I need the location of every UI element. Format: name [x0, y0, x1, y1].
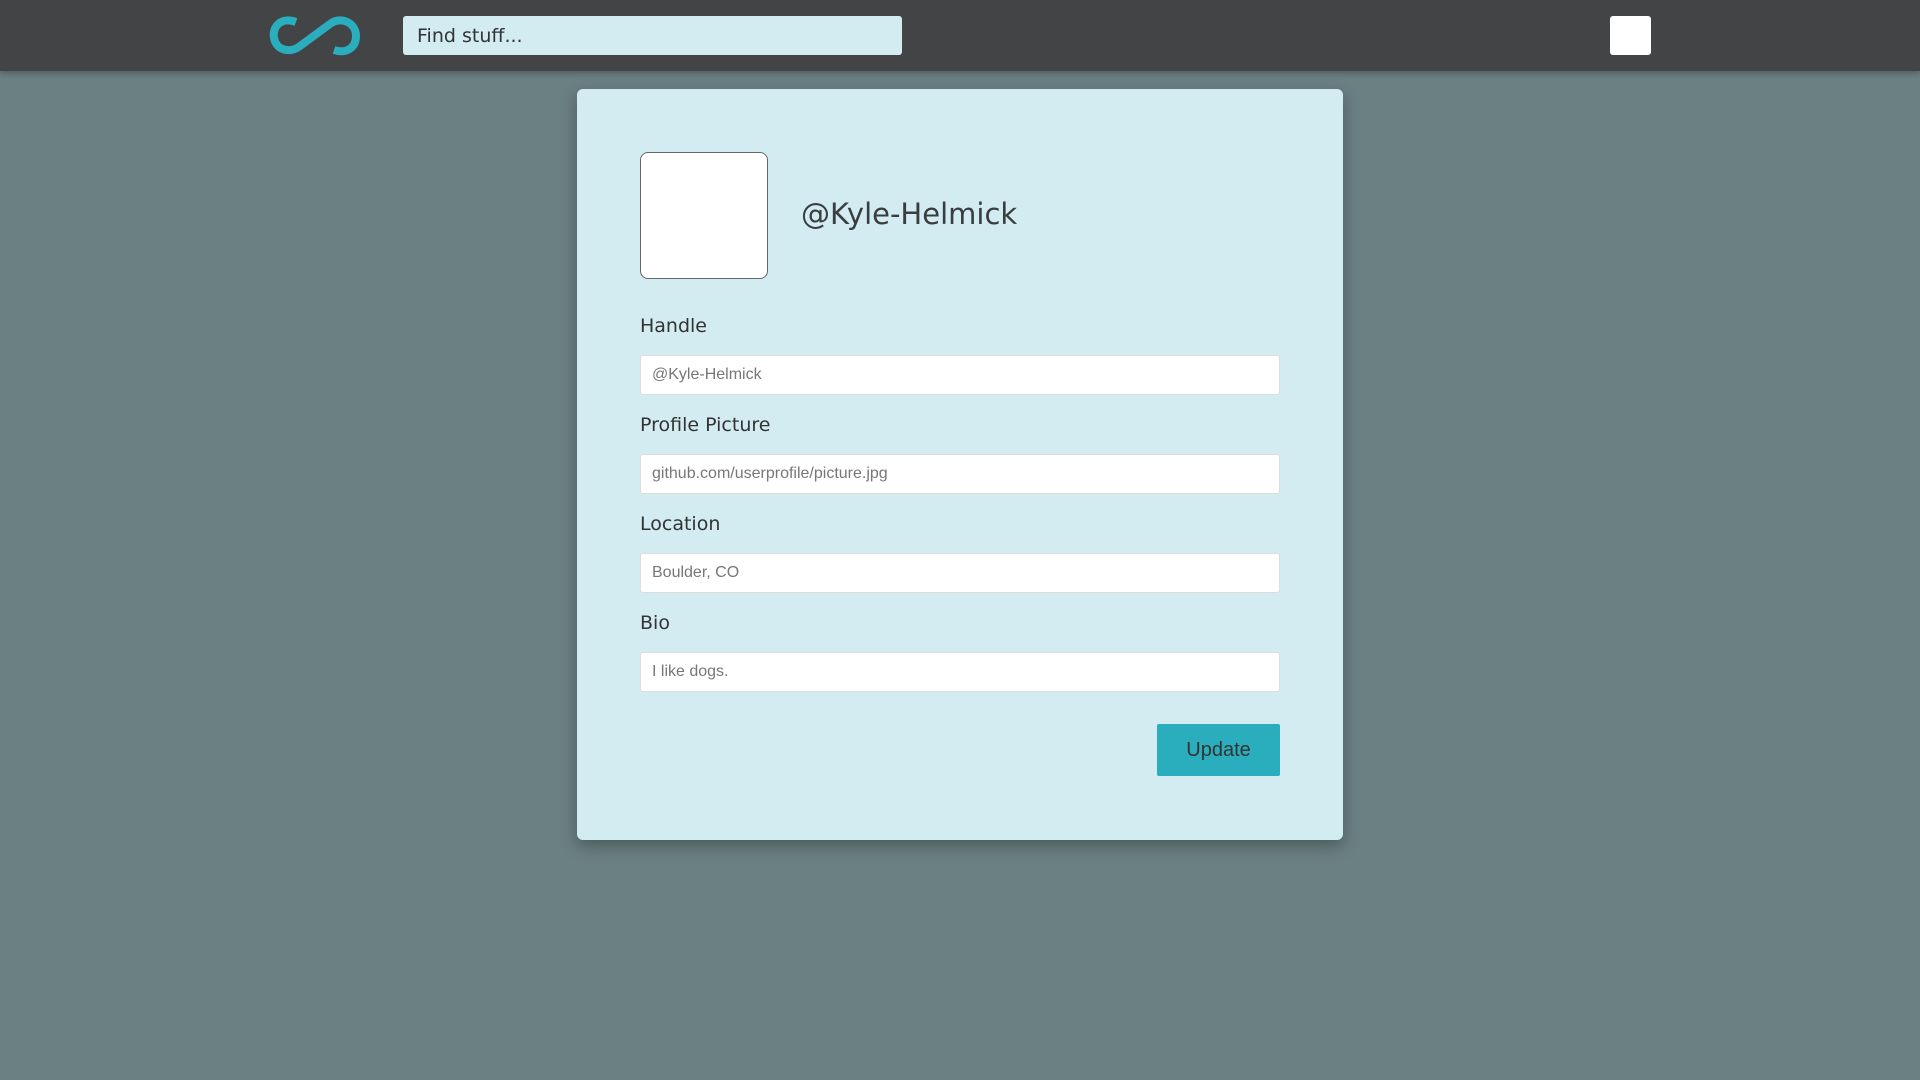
- bio-input[interactable]: [640, 652, 1280, 692]
- navbar: [0, 0, 1920, 71]
- search-input[interactable]: [403, 16, 902, 55]
- update-button[interactable]: Update: [1157, 724, 1280, 776]
- profile-card: @Kyle-Helmick Handle Profile Picture Loc…: [577, 89, 1343, 840]
- infinity-logo-icon[interactable]: [268, 14, 362, 58]
- location-input[interactable]: [640, 553, 1280, 593]
- profile-handle-title: @Kyle-Helmick: [801, 197, 1018, 231]
- handle-label: Handle: [640, 315, 708, 337]
- bio-label: Bio: [640, 612, 670, 634]
- handle-input[interactable]: [640, 355, 1280, 395]
- avatar: [640, 152, 768, 279]
- profile-picture-label: Profile Picture: [640, 414, 771, 436]
- menu-button[interactable]: [1610, 16, 1651, 55]
- location-label: Location: [640, 513, 721, 535]
- profile-picture-input[interactable]: [640, 454, 1280, 494]
